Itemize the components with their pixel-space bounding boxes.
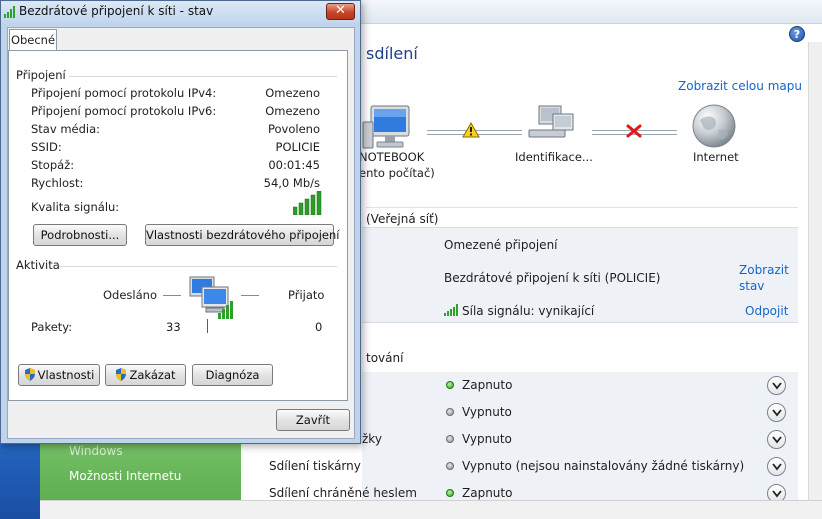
tab-general[interactable]: Obecné [9, 29, 57, 51]
node-label-computer-sub: ento počítač) [359, 166, 435, 180]
activity-line-left [163, 295, 181, 296]
packets-received-value: 0 [315, 320, 323, 334]
connection-panel: Omezené připojení Bezdrátové připojení k… [362, 227, 798, 323]
sharing-row: žky Vypnuto [362, 426, 798, 453]
node-label-internet: Internet [693, 150, 739, 164]
network-icon[interactable] [525, 104, 577, 146]
show-status-link-line1[interactable]: Zobrazit [739, 263, 789, 277]
network-category-label: (Veřejná síť) [366, 212, 439, 226]
ipv4-label: Připojení pomocí protokolu IPv4: [31, 86, 217, 100]
activity-group-title: Aktivita [16, 258, 60, 272]
status-off-icon [446, 462, 454, 470]
sent-label: Odesláno [103, 288, 157, 302]
activity-splitter [207, 319, 208, 333]
ipv6-label: Připojení pomocí protokolu IPv6: [31, 104, 217, 118]
disconnect-link[interactable]: Odpojit [745, 304, 788, 318]
sharing-status: Vypnuto [462, 405, 512, 419]
network-map: NOTEBOOK ento počítač) Identifikace... I… [355, 100, 795, 190]
uac-shield-icon [24, 368, 35, 381]
properties-button[interactable]: Vlastnosti [18, 364, 100, 386]
expand-chevron-icon[interactable] [767, 430, 786, 449]
node-label-computer: NOTEBOOK [359, 150, 425, 164]
status-on-icon [446, 381, 454, 389]
signal-quality-icon [293, 191, 322, 215]
sharing-row: Vypnuto [362, 399, 798, 426]
nav-item-internet-options[interactable]: Možnosti Internetu [69, 469, 181, 483]
dialog-titlebar[interactable]: Bezdrátové připojení k síti - stav ✕ [1, 1, 360, 23]
sharing-settings-panel: Zapnuto Vypnuto žky Vypnuto Vypnuto (nej… [362, 372, 798, 519]
sharing-row-label: žky [362, 432, 382, 446]
packets-label: Pakety: [31, 320, 73, 334]
wireless-properties-button[interactable]: Vlastnosti bezdrátového připojení [145, 224, 340, 246]
connection-name-link[interactable]: Bezdrátové připojení k síti (POLICIE) [444, 271, 660, 285]
warning-icon[interactable] [462, 122, 480, 138]
expand-chevron-icon[interactable] [767, 403, 786, 422]
tab-page-general: Připojení Připojení pomocí protokolu IPv… [8, 50, 348, 401]
dialog-title: Bezdrátové připojení k síti - stav [19, 4, 214, 18]
status-off-icon [446, 408, 454, 416]
help-icon[interactable]: ? [789, 26, 805, 42]
details-button[interactable]: Podrobnosti... [33, 224, 127, 246]
packets-sent-value: 33 [166, 320, 181, 334]
network-activity-icon [189, 276, 233, 319]
show-status-link-line2[interactable]: stav [739, 279, 764, 293]
show-full-map-link[interactable]: Zobrazit celou mapu [678, 79, 802, 93]
sharing-status: Vypnuto [462, 432, 512, 446]
computer-icon[interactable] [361, 104, 413, 152]
disable-button[interactable]: Zakázat [105, 364, 186, 386]
sharing-status: Zapnuto [462, 378, 513, 392]
ssid-value: POLICIE [275, 140, 320, 154]
wireless-status-dialog: Bezdrátové připojení k síti - stav ✕ Obe… [0, 0, 361, 444]
close-icon[interactable]: ✕ [326, 3, 355, 20]
properties-button-label: Vlastnosti [37, 368, 95, 382]
ipv6-value: Omezeno [265, 104, 320, 118]
dialog-body: Obecné Připojení Připojení pomocí protok… [7, 27, 355, 439]
nav-item-windows[interactable]: Windows [69, 444, 123, 458]
disconnected-x-icon[interactable] [626, 124, 642, 138]
sharing-row-printer: Vypnuto (nejsou nainstalovány žádné tisk… [362, 453, 798, 480]
media-state-label: Stav média: [31, 122, 101, 136]
window-top-bar [360, 0, 822, 24]
printer-sharing-label: Sdílení tiskárny [269, 459, 361, 473]
signal-quality-label: Kvalita signálu: [31, 200, 120, 214]
globe-icon[interactable] [690, 102, 738, 150]
sharing-status: Vypnuto (nejsou nainstalovány žádné tisk… [462, 459, 745, 473]
received-label: Přijato [288, 288, 325, 302]
ipv4-value: Omezeno [265, 86, 320, 100]
expand-chevron-icon[interactable] [767, 457, 786, 476]
page-title: sdílení [366, 44, 418, 63]
vertical-scrollbar[interactable] [808, 42, 822, 500]
diagnose-button[interactable]: Diagnóza [192, 364, 273, 386]
close-button[interactable]: Zavřít [276, 409, 350, 431]
sharing-heading: tování [366, 351, 404, 365]
status-on-icon [446, 489, 454, 497]
expand-chevron-icon[interactable] [767, 376, 786, 395]
group-divider [59, 266, 337, 267]
uac-shield-icon [116, 368, 127, 381]
group-divider [69, 76, 337, 77]
media-state-value: Povoleno [268, 122, 320, 136]
ssid-label: SSID: [31, 140, 62, 154]
node-label-network: Identifikace... [515, 150, 593, 164]
sharing-row: Zapnuto [362, 372, 798, 399]
duration-label: Stopáž: [31, 158, 75, 172]
activity-line-right [241, 295, 259, 296]
speed-label: Rychlost: [31, 176, 84, 190]
desktop-background [0, 440, 40, 519]
access-type-value: Omezené připojení [444, 238, 558, 252]
connection-group-title: Připojení [16, 68, 66, 82]
divider [366, 207, 798, 208]
duration-value: 00:01:45 [268, 158, 320, 172]
wireless-signal-icon [4, 6, 15, 18]
status-strip [40, 500, 822, 519]
signal-strength-text: Síla signálu: vynikající [462, 304, 595, 318]
disable-button-label: Zakázat [129, 368, 176, 382]
password-sharing-label: Sdílení chráněné heslem [269, 486, 417, 500]
status-off-icon [446, 435, 454, 443]
sharing-status: Zapnuto [462, 486, 513, 500]
speed-value: 54,0 Mb/s [263, 176, 320, 190]
signal-strength-icon [444, 304, 458, 316]
